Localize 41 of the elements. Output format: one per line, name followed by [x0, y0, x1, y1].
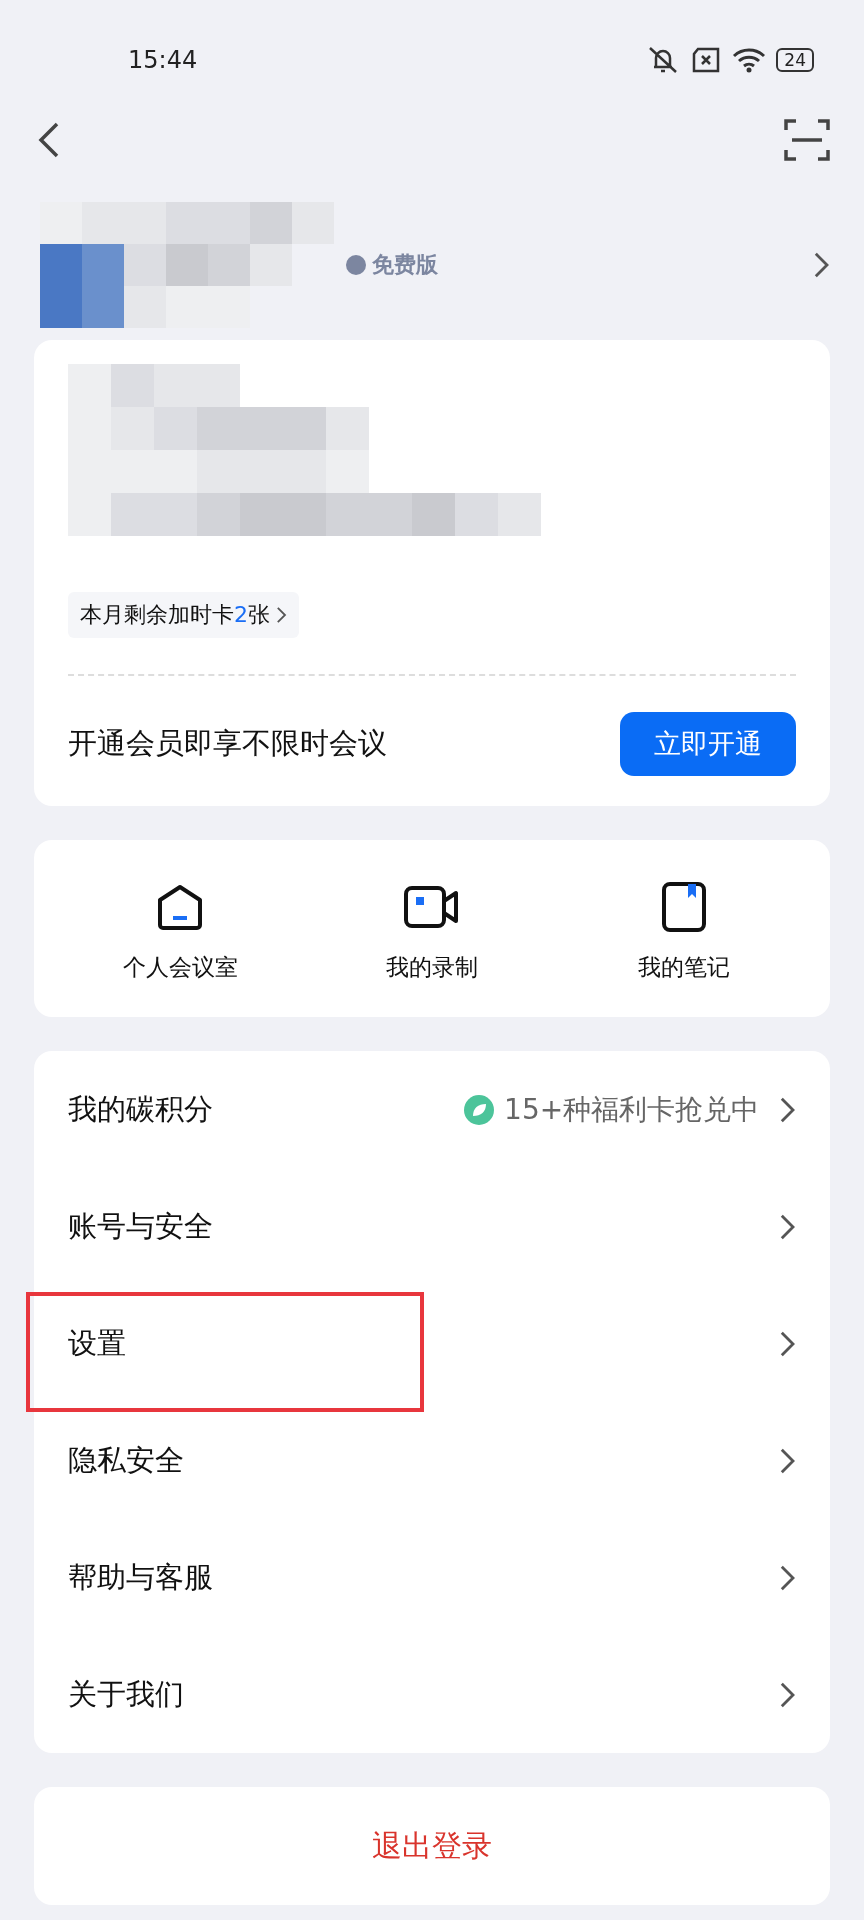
menu-label: 隐私安全	[68, 1441, 184, 1479]
subscribe-button[interactable]: 立即开通	[620, 712, 796, 776]
menu-label: 设置	[68, 1324, 126, 1362]
menu-label: 我的碳积分	[68, 1090, 213, 1128]
house-icon	[155, 882, 205, 932]
shortcut-button[interactable]: 我的笔记	[574, 882, 794, 983]
menu-item[interactable]: 关于我们	[34, 1636, 830, 1753]
chevron-right-icon	[276, 606, 287, 624]
shortcut-label: 个人会议室	[122, 953, 238, 982]
shortcut-label: 我的笔记	[638, 953, 730, 982]
shortcut-button[interactable]: 个人会议室	[70, 882, 290, 983]
shortcut-button[interactable]: 我的录制	[322, 882, 542, 983]
logout-button[interactable]: 退出登录	[34, 1787, 830, 1905]
chevron-right-icon	[779, 1329, 796, 1358]
chevron-right-icon	[779, 1095, 796, 1124]
back-icon[interactable]	[38, 122, 60, 158]
clock: 15:44	[128, 46, 198, 74]
extra-time-link[interactable]: 本月剩余加时卡2张	[68, 592, 299, 638]
menu-item[interactable]: 隐私安全	[34, 1402, 830, 1519]
edition-label: 免费版	[346, 250, 438, 280]
promo-text: 开通会员即享不限时会议	[68, 725, 387, 762]
menu-label: 关于我们	[68, 1675, 184, 1713]
scan-icon[interactable]	[784, 118, 830, 162]
chevron-right-icon	[779, 1563, 796, 1592]
leaf-icon	[464, 1094, 495, 1125]
menu-detail: 15+种福利卡抢兑中	[504, 1091, 760, 1128]
notebook-icon	[662, 882, 706, 932]
menu-label: 帮助与客服	[68, 1558, 213, 1596]
badge-icon	[346, 255, 366, 275]
wifi-icon	[732, 46, 767, 74]
menu-label: 账号与安全	[68, 1207, 213, 1245]
chevron-right-icon	[779, 1446, 796, 1475]
battery-indicator: 24	[776, 48, 814, 72]
chevron-right-icon	[779, 1680, 796, 1709]
menu-item[interactable]: 账号与安全	[34, 1168, 830, 1285]
shortcut-label: 我的录制	[386, 953, 478, 982]
menu-item[interactable]: 我的碳积分 15+种福利卡抢兑中	[34, 1051, 830, 1168]
chevron-right-icon	[813, 251, 830, 279]
menu-item[interactable]: 帮助与客服	[34, 1519, 830, 1636]
menu-item[interactable]: 设置	[34, 1285, 830, 1402]
chevron-right-icon	[779, 1212, 796, 1241]
